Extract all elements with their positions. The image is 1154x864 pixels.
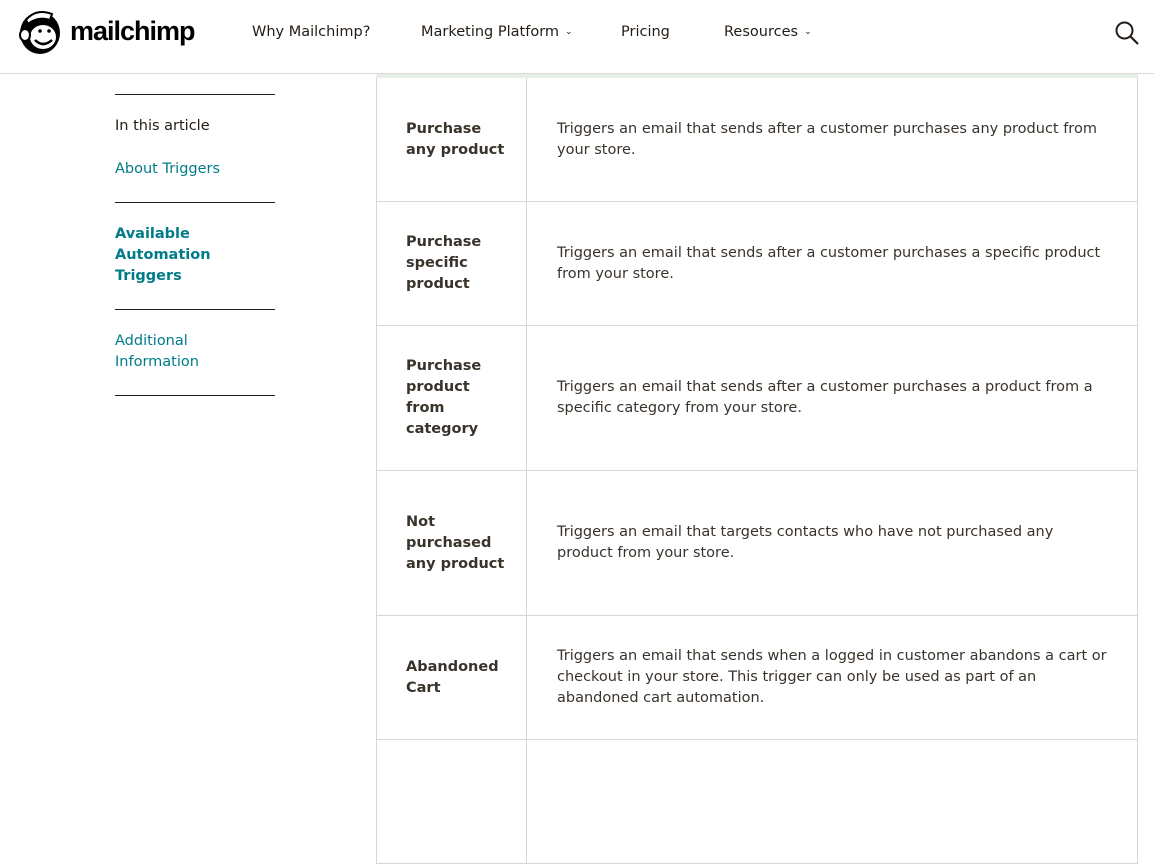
nav-why-mailchimp[interactable]: Why Mailchimp? [252, 24, 370, 40]
mailchimp-logo[interactable]: mailchimp [16, 6, 196, 56]
toc-title: In this article [115, 118, 210, 134]
trigger-name [377, 740, 527, 863]
trigger-description: Triggers an email that sends when a logg… [557, 648, 1107, 706]
nav-marketing-platform[interactable]: Marketing Platform ⌄ [421, 24, 573, 40]
article-toc: In this article About Triggers Available… [115, 94, 275, 396]
trigger-description: Triggers an email that sends after a cus… [557, 244, 1101, 282]
site-header: mailchimp Why Mailchimp? Marketing Platf… [0, 0, 1154, 74]
trigger-name: Purchase any product [377, 78, 527, 201]
toc-link-available-automation-triggers[interactable]: Available Automation Triggers [115, 224, 215, 287]
table-row: Purchase product from category Triggers a… [376, 326, 1138, 471]
trigger-description: Triggers an email that targets contacts … [557, 524, 1054, 561]
trigger-name: Abandoned Cart [377, 616, 527, 739]
trigger-name: Purchase specific product [377, 202, 527, 325]
table-row: Purchase specific product Triggers an ema… [376, 202, 1138, 326]
toc-link-additional-information[interactable]: Additional Information [115, 331, 215, 373]
table-row: Purchase any product Triggers an email th… [376, 78, 1138, 202]
trigger-description: Triggers an email that sends after a cus… [557, 379, 1093, 416]
brand-name: mailchimp [70, 15, 196, 46]
nav-label: Why Mailchimp? [252, 24, 371, 40]
nav-label: Pricing [621, 24, 670, 40]
divider [115, 395, 275, 396]
nav-label: Resources [724, 24, 799, 40]
toc-link-about-triggers[interactable]: About Triggers [115, 159, 275, 180]
freddie-monkey-icon [19, 11, 60, 54]
search-button[interactable] [1114, 20, 1140, 50]
trigger-name: Not purchased any product [377, 471, 527, 615]
chevron-down-icon: ⌄ [804, 27, 812, 37]
chevron-down-icon: ⌄ [565, 27, 573, 37]
nav-label: Marketing Platform [421, 24, 560, 40]
table-row [376, 740, 1138, 864]
table-row: Not purchased any product Triggers an ema… [376, 471, 1138, 616]
table-row: Abandoned Cart Triggers an email that sen… [376, 616, 1138, 740]
trigger-name: Purchase product from category [377, 326, 527, 470]
search-icon [1115, 21, 1139, 45]
trigger-description: Triggers an email that sends after a cus… [557, 120, 1097, 158]
nav-pricing[interactable]: Pricing [621, 24, 670, 40]
trigger-description [527, 740, 1137, 863]
nav-resources[interactable]: Resources ⌄ [724, 24, 812, 40]
triggers-table: Purchase any product Triggers an email th… [376, 74, 1138, 864]
